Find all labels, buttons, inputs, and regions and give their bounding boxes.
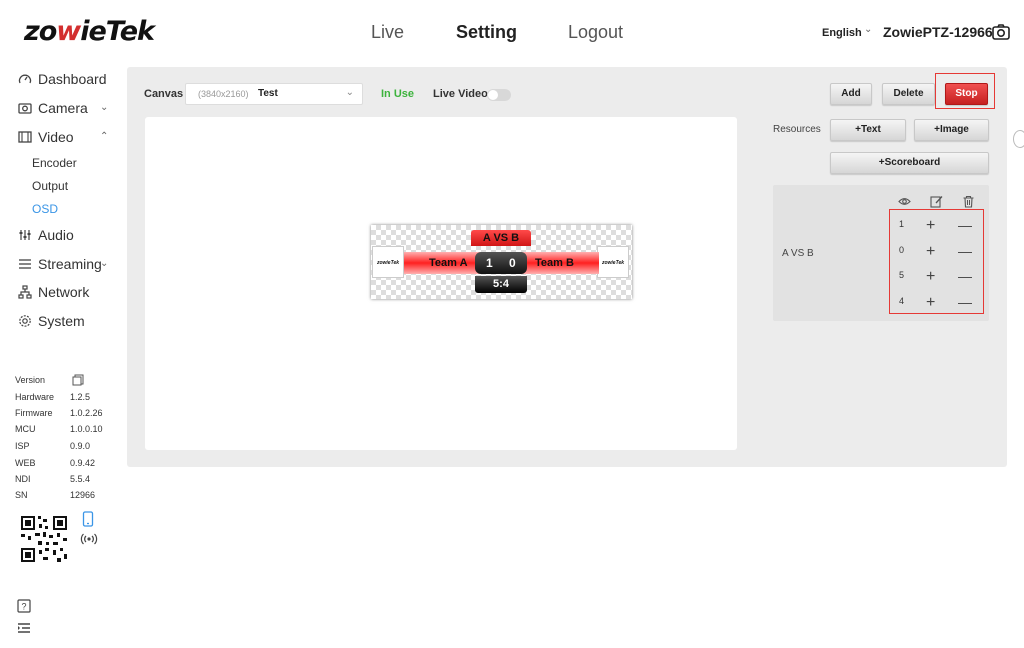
ndi-label: NDI: [15, 474, 31, 484]
hardware-label: Hardware: [15, 392, 55, 402]
mcu-value: 1.0.0.10: [70, 424, 103, 434]
isp-label: ISP: [15, 441, 30, 451]
qr-code: [17, 512, 71, 566]
nav-setting[interactable]: Setting: [456, 22, 517, 43]
isp-value: 0.9.0: [70, 441, 91, 451]
resources-label: Resources: [773, 124, 821, 135]
add-scoreboard-button[interactable]: +Scoreboard: [830, 152, 989, 174]
sidebar-item-audio[interactable]: Audio: [18, 227, 74, 243]
chevron-up-icon[interactable]: ⌃: [100, 131, 108, 142]
nav-live[interactable]: Live: [371, 22, 404, 43]
language-select[interactable]: English: [822, 27, 862, 39]
audio-icon: [19, 230, 31, 240]
score-value: 5: [899, 270, 905, 280]
sidebar-item-dashboard[interactable]: Dashboard: [18, 71, 107, 87]
stop-button[interactable]: Stop: [945, 83, 988, 105]
score-box: [475, 252, 527, 274]
plus-icon[interactable]: +: [926, 244, 935, 260]
svg-text:?: ?: [21, 602, 26, 612]
team-b-logo: zowieTek: [597, 246, 629, 278]
edit-icon[interactable]: [930, 195, 943, 208]
sidebar-sub-encoder[interactable]: Encoder: [32, 156, 77, 170]
phone-icon[interactable]: [82, 511, 94, 527]
network-icon: [18, 285, 32, 299]
live-video-toggle[interactable]: [487, 89, 511, 101]
help-icon[interactable]: ?: [17, 599, 31, 613]
add-image-button[interactable]: +Image: [914, 119, 989, 141]
sidebar-item-video[interactable]: Video: [18, 129, 74, 145]
video-icon: [18, 131, 32, 143]
chevron-down-icon: ⌄: [345, 87, 354, 98]
chevron-down-icon[interactable]: ⌄: [100, 102, 108, 113]
sidebar-item-streaming[interactable]: Streaming: [18, 256, 102, 272]
resource-item-name[interactable]: A VS B: [782, 248, 814, 259]
plus-icon[interactable]: +: [926, 295, 935, 311]
gear-icon: [19, 315, 31, 327]
plus-icon[interactable]: +: [926, 269, 935, 285]
scoreboard-overlay[interactable]: zowieTek zowieTek A VS B Team A 1 0 Team…: [371, 225, 632, 299]
snapshot-camera-icon[interactable]: [992, 24, 1010, 40]
team-a-logo: zowieTek: [372, 246, 404, 278]
add-text-button[interactable]: +Text: [830, 119, 906, 141]
header: zowieTek Live Setting Logout English ⌄ Z…: [0, 0, 1024, 66]
sidebar-sub-output[interactable]: Output: [32, 179, 68, 193]
trash-icon[interactable]: [962, 195, 975, 208]
canvas-name: Test: [258, 88, 278, 99]
live-video-label: Live Video:: [433, 88, 492, 100]
firmware-value: 1.0.2.26: [70, 408, 103, 418]
device-name: ZowiePTZ-12966: [883, 24, 993, 40]
version-label: Version: [15, 375, 46, 385]
delete-button[interactable]: Delete: [882, 83, 935, 105]
score-a: 1: [486, 256, 493, 270]
logo: zowieTek: [24, 16, 155, 47]
minus-icon[interactable]: —: [958, 218, 972, 232]
eye-icon[interactable]: [898, 195, 911, 208]
score-value: 4: [899, 296, 905, 306]
scoreboard-title: A VS B: [471, 230, 531, 246]
mcu-label: MCU: [15, 424, 36, 434]
chevron-down-icon[interactable]: ⌄: [864, 24, 872, 35]
streaming-icon: [19, 259, 31, 269]
sn-value: 12966: [70, 490, 96, 500]
minus-icon[interactable]: —: [958, 244, 972, 258]
minus-icon[interactable]: —: [958, 269, 972, 283]
nav-logout[interactable]: Logout: [568, 22, 623, 43]
score-value: 0: [899, 245, 905, 255]
canvas-select[interactable]: (3840x2160) Test ⌄: [185, 83, 363, 105]
plus-icon[interactable]: +: [926, 218, 935, 234]
score-b: 0: [509, 256, 516, 270]
web-label: WEB: [15, 458, 36, 468]
camera-icon: [18, 103, 32, 114]
sidebar-sub-osd[interactable]: OSD: [32, 202, 58, 216]
dashboard-icon: [18, 74, 32, 84]
sidebar-item-camera[interactable]: Camera: [18, 100, 88, 116]
collapse-menu-icon[interactable]: [17, 622, 31, 634]
sidebar-item-system[interactable]: System: [18, 313, 85, 329]
team-b-name: Team B: [535, 257, 574, 269]
firmware-label: Firmware: [15, 408, 53, 418]
status-in-use: In Use: [381, 88, 415, 100]
ndi-value: 5.5.4: [70, 474, 91, 484]
minus-icon[interactable]: —: [958, 295, 972, 309]
chevron-down-icon[interactable]: ⌄: [100, 258, 108, 269]
canvas-label: Canvas: [144, 88, 184, 100]
score-value: 1: [899, 219, 905, 229]
add-button[interactable]: Add: [830, 83, 872, 105]
canvas-resolution: (3840x2160): [198, 89, 249, 99]
scoreboard-time: 5:4: [475, 276, 527, 293]
team-a-name: Team A: [429, 257, 468, 269]
web-value: 0.9.42: [70, 458, 96, 468]
copy-icon[interactable]: [72, 374, 84, 386]
sidebar-item-network[interactable]: Network: [18, 284, 89, 300]
settings-edge-icon[interactable]: [1013, 130, 1024, 148]
sn-label: SN: [15, 490, 28, 500]
hardware-value: 1.2.5: [70, 392, 91, 402]
broadcast-icon[interactable]: [80, 531, 98, 547]
